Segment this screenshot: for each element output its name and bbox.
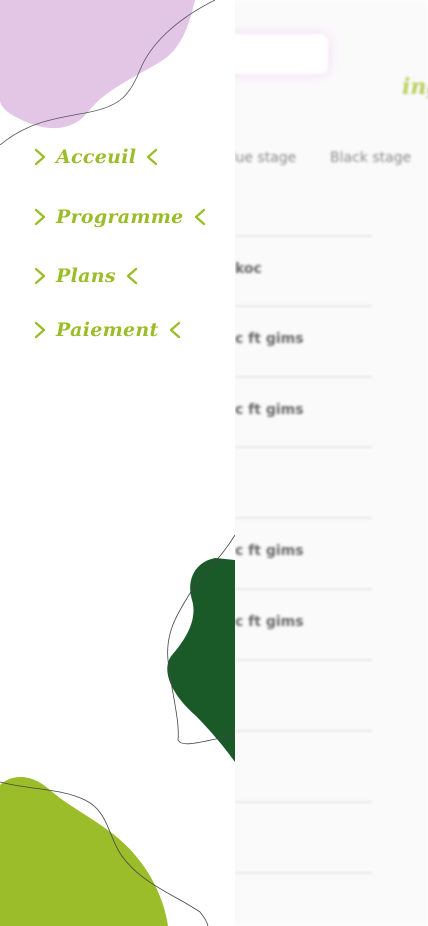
list-item[interactable]: c ft gims <box>235 376 372 448</box>
chevron-left-icon <box>194 208 205 226</box>
menu-item-label: Programme <box>56 206 184 228</box>
list-item-label: koc <box>235 261 262 277</box>
list-item[interactable] <box>235 446 372 518</box>
chevron-left-icon <box>147 148 158 166</box>
menu-item-label: Paiement <box>56 319 159 341</box>
chevron-right-icon <box>34 321 46 339</box>
list-item-label: c ft gims <box>235 331 304 347</box>
list-item-label: c ft gims <box>235 614 304 630</box>
chevron-left-icon <box>126 267 138 285</box>
chevron-right-icon <box>34 148 46 166</box>
decorative-blobs <box>0 0 235 926</box>
list-divider <box>235 872 372 914</box>
dark-green-blob <box>167 558 235 762</box>
menu-item-paiement[interactable]: Paiement <box>34 319 181 341</box>
chevron-right-icon <box>34 208 46 226</box>
menu-item-programme[interactable]: Programme <box>34 206 206 228</box>
menu-item-label: Plans <box>56 265 116 287</box>
lilac-blob <box>0 0 195 129</box>
list-item[interactable]: c ft gims <box>235 588 372 660</box>
background-title: ing <box>402 74 428 100</box>
menu-item-label: Acceuil <box>56 146 137 168</box>
menu-item-acceuil[interactable]: Acceuil <box>34 146 158 168</box>
tab-black-stage[interactable]: Black stage <box>330 150 411 166</box>
chevron-left-icon <box>169 321 180 339</box>
chevron-right-icon <box>34 267 46 285</box>
list-item-label: c ft gims <box>235 543 304 559</box>
list-item[interactable] <box>235 659 372 731</box>
list-item[interactable] <box>235 801 372 873</box>
menu-item-plans[interactable]: Plans <box>34 265 138 287</box>
list-item[interactable]: c ft gims <box>235 517 372 589</box>
list-item[interactable]: c ft gims <box>235 305 372 377</box>
list-item[interactable]: koc <box>235 235 372 307</box>
list-item[interactable] <box>235 730 372 802</box>
list-item-label: c ft gims <box>235 402 304 418</box>
navigation-drawer: Acceuil Programme Plans Paiement <box>0 0 235 926</box>
